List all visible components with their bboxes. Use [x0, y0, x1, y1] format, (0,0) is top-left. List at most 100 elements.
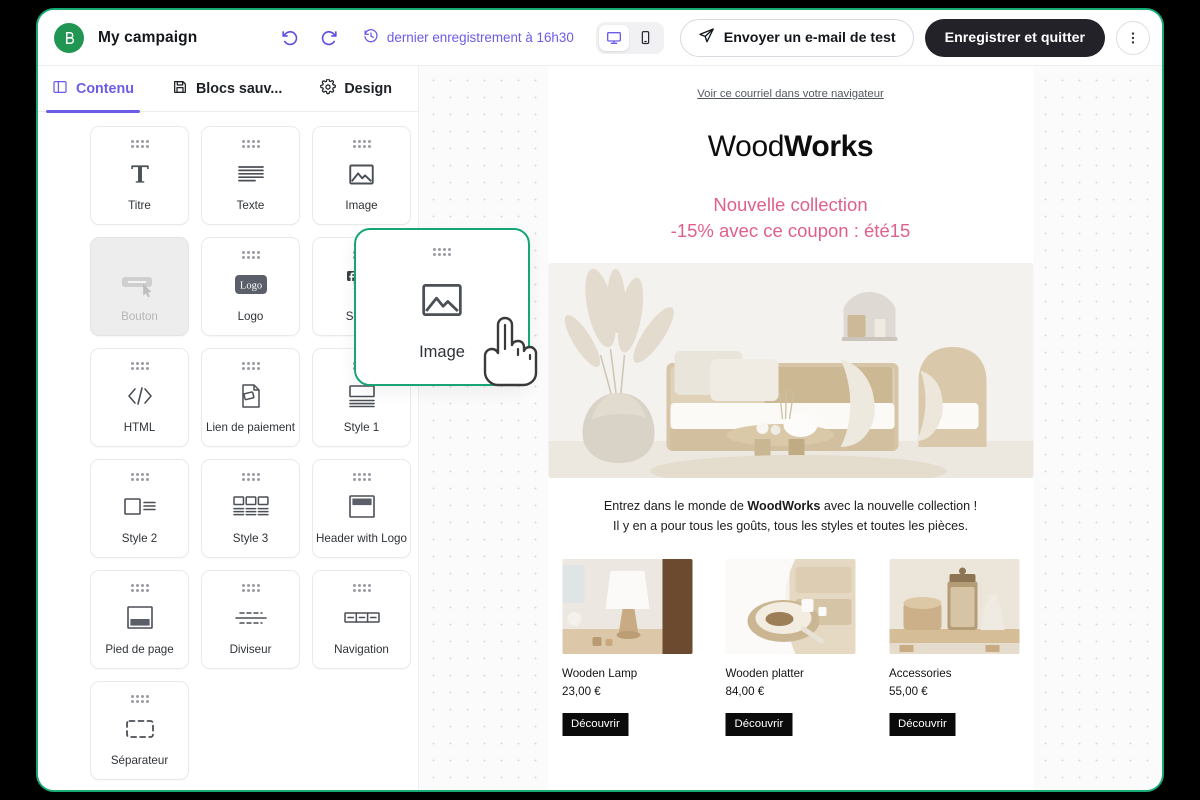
blocks-grid: Titre Texte Image Bouton Logo Logo HTML …	[38, 126, 418, 780]
style-three-layout-icon	[202, 481, 299, 533]
block-card-image[interactable]: Image	[312, 126, 411, 225]
save-status-text: dernier enregistrement à 16h30	[386, 30, 574, 45]
text-lines-icon	[202, 148, 299, 200]
desktop-monitor-icon[interactable]	[598, 24, 629, 51]
block-label: Logo	[237, 310, 264, 324]
block-card-titre[interactable]: Titre	[90, 126, 189, 225]
block-label: Style 1	[343, 421, 380, 435]
title-serif-t-icon	[91, 148, 188, 200]
product-card[interactable]: Wooden Lamp 23,00 € Découvrir	[562, 558, 692, 736]
campaign-title[interactable]: My campaign	[98, 29, 197, 47]
blocks-scroll-area[interactable]: Titre Texte Image Bouton Logo Logo HTML …	[38, 112, 418, 790]
email-brand-logo: WoodWorks	[548, 130, 1033, 164]
product-name: Accessories	[889, 666, 952, 680]
mobile-phone-icon[interactable]	[631, 25, 661, 51]
promo-line-1: Nouvelle collection	[713, 194, 868, 215]
tab-design-label: Design	[344, 80, 393, 97]
kebab-menu-icon[interactable]	[1116, 20, 1150, 55]
top-toolbar: My campaign dernier enregistrement à 16h…	[38, 10, 1162, 66]
block-label: Navigation	[334, 643, 389, 657]
send-test-email-button[interactable]: Envoyer un e-mail de test	[679, 18, 914, 57]
drag-grip-icon[interactable]	[130, 695, 149, 703]
product-cta-button[interactable]: Découvrir	[562, 712, 629, 736]
drag-grip-icon[interactable]	[130, 584, 149, 592]
view-in-browser-link[interactable]: Voir ce courriel dans votre navigateur	[548, 88, 1033, 100]
email-canvas[interactable]: Voir ce courriel dans votre navigateur W…	[418, 66, 1162, 790]
drag-grip-icon[interactable]	[352, 473, 371, 481]
block-label: Texte	[236, 199, 265, 213]
undo-redo-group	[277, 25, 343, 51]
tab-blocs-sauvegardes[interactable]: Blocs sauv...	[166, 66, 288, 112]
promo-line-2: -15% avec ce coupon : été15	[670, 219, 911, 241]
block-card-separateur[interactable]: Séparateur	[90, 681, 189, 780]
product-price: 55,00 €	[889, 684, 928, 698]
body-line-1: Entrez dans le monde de WoodWorks avec l…	[562, 496, 1019, 516]
block-label: Header with Logo	[316, 532, 407, 546]
footer-layout-icon	[91, 592, 188, 644]
tab-design[interactable]: Design	[314, 66, 398, 112]
block-card-logo[interactable]: Logo Logo	[201, 237, 300, 336]
spacer-dashed-icon	[91, 703, 188, 755]
block-card-diviseur[interactable]: Diviseur	[201, 570, 300, 669]
body-line-1-bold: WoodWorks	[747, 499, 821, 514]
block-card-html[interactable]: HTML	[90, 348, 189, 447]
wooden-lamp-photo[interactable]	[562, 558, 692, 654]
drag-grip-icon[interactable]	[130, 362, 149, 370]
style-two-layout-icon	[91, 481, 188, 533]
tab-blocs-label: Blocs sauv...	[195, 80, 283, 97]
drag-grip-icon[interactable]	[352, 584, 371, 592]
block-card-navigation[interactable]: Navigation	[312, 570, 411, 669]
wooden-platter-photo[interactable]	[725, 558, 856, 654]
drag-grip-icon	[433, 248, 451, 256]
product-price: 23,00 €	[562, 684, 601, 698]
block-label: Pied de page	[105, 643, 174, 657]
product-card[interactable]: Wooden platter 84,00 € Découvrir	[725, 558, 856, 736]
logo-badge-icon: Logo	[202, 259, 299, 311]
block-card-texte[interactable]: Texte	[201, 126, 300, 225]
drag-grip-icon[interactable]	[241, 251, 260, 259]
panel-tab-bar: Contenu Blocs sauv... Design	[38, 66, 418, 113]
gear-icon	[320, 77, 337, 99]
floppy-disk-icon	[172, 79, 188, 99]
tab-contenu-label: Contenu	[76, 80, 134, 97]
product-price: 84,00 €	[725, 684, 765, 698]
email-logo-light: Wood	[707, 130, 785, 163]
drag-grip-icon[interactable]	[241, 584, 260, 592]
block-label: Style 3	[232, 532, 269, 546]
block-card-style-3[interactable]: Style 3	[201, 459, 300, 558]
hero-image[interactable]	[548, 263, 1033, 479]
save-and-quit-button[interactable]: Enregistrer et quitter	[924, 18, 1105, 57]
drag-preview-image-block[interactable]: Image	[354, 228, 530, 386]
block-card-header-with-logo[interactable]: Header with Logo	[312, 459, 411, 558]
hero-illustration	[548, 263, 1033, 479]
drag-preview-label: Image	[419, 343, 465, 361]
brevo-b-logo-icon[interactable]	[54, 22, 84, 53]
redo-arrow-icon[interactable]	[317, 25, 343, 51]
block-card-lien-de-paiement[interactable]: Lien de paiement	[201, 348, 300, 447]
accessories-jars-photo[interactable]	[889, 558, 1019, 654]
product-name: Wooden Lamp	[562, 666, 638, 680]
drag-grip-icon[interactable]	[241, 362, 260, 370]
block-card-pied-de-page[interactable]: Pied de page	[90, 570, 189, 669]
drag-grip-icon[interactable]	[241, 473, 260, 481]
block-label: Séparateur	[110, 754, 169, 768]
product-card[interactable]: Accessories 55,00 € Découvrir	[889, 558, 1019, 736]
header-logo-layout-icon	[313, 481, 410, 533]
block-card-style-2[interactable]: Style 2	[90, 459, 189, 558]
product-cta-button[interactable]: Découvrir	[725, 712, 793, 736]
block-label: HTML	[123, 421, 156, 435]
email-preview-sheet[interactable]: Voir ce courriel dans votre navigateur W…	[548, 66, 1033, 790]
undo-arrow-icon[interactable]	[277, 25, 303, 51]
drag-grip-icon[interactable]	[130, 140, 149, 148]
tab-contenu[interactable]: Contenu	[46, 66, 140, 113]
drag-grip-icon[interactable]	[352, 140, 371, 148]
svg-text:Logo: Logo	[239, 281, 261, 292]
block-label: Style 2	[121, 532, 158, 546]
device-preview-toggle	[595, 21, 664, 54]
product-cta-button[interactable]: Découvrir	[889, 712, 956, 736]
image-mountain-icon	[313, 148, 410, 200]
email-logo-bold: Works	[784, 130, 874, 163]
drag-grip-icon[interactable]	[241, 140, 260, 148]
drag-grip-icon[interactable]	[130, 473, 149, 481]
block-label: Bouton	[121, 310, 158, 324]
